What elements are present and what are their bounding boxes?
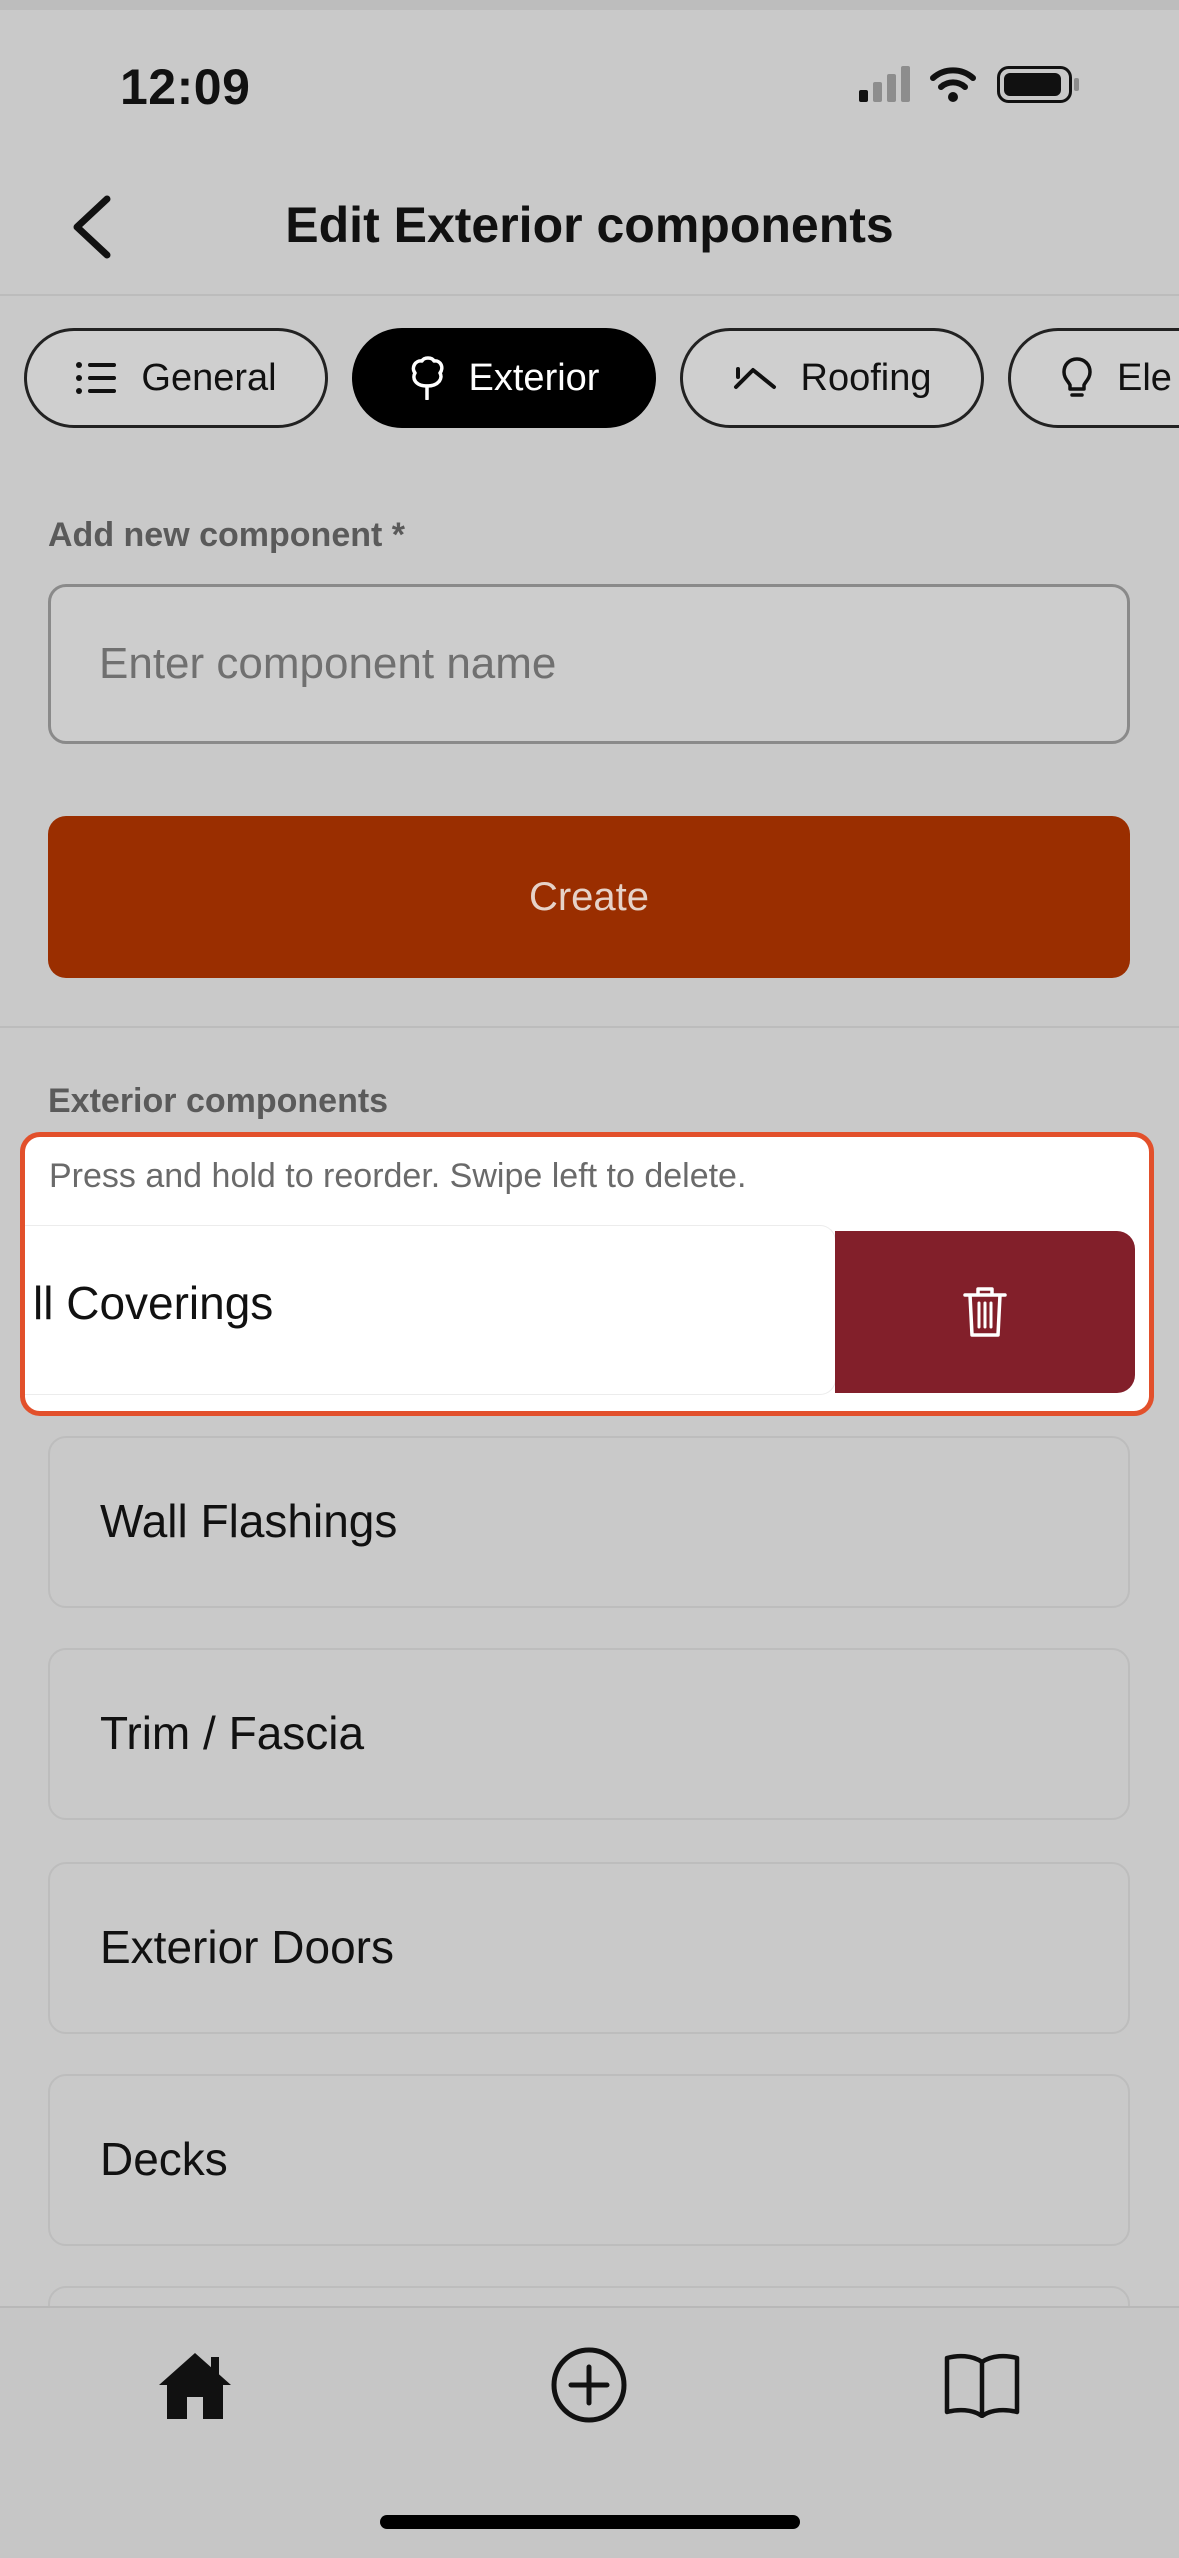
roof-icon <box>733 367 776 389</box>
create-button[interactable]: Create <box>48 816 1130 978</box>
list-item-label: Decks <box>100 2133 228 2185</box>
lightbulb-icon <box>1062 357 1092 397</box>
highlighted-swipe-card: Press and hold to reorder. Swipe left to… <box>20 1132 1154 1416</box>
book-icon <box>944 2353 1020 2418</box>
swiped-item-label: ll Coverings <box>33 1277 274 1329</box>
trash-icon <box>963 1287 1007 1337</box>
page-title: Edit Exterior components <box>285 197 894 253</box>
nav-library[interactable] <box>937 2340 1027 2430</box>
list-item[interactable]: Trim / Fascia <box>48 1648 1130 1820</box>
cellular-signal-icon <box>859 66 910 102</box>
delete-button[interactable] <box>835 1231 1135 1393</box>
status-indicators <box>859 66 1079 103</box>
reorder-hint: Press and hold to reorder. Swipe left to… <box>49 1157 747 1195</box>
swiped-list-item[interactable]: ll Coverings <box>25 1225 836 1395</box>
list-item[interactable]: Exterior Doors <box>48 1862 1130 2034</box>
tab-electrical-label: Ele <box>1117 356 1172 399</box>
section-divider <box>0 1026 1179 1028</box>
list-item-label: Wall Flashings <box>100 1495 398 1547</box>
wifi-icon <box>930 67 976 102</box>
plus-circle-icon <box>551 2347 627 2423</box>
component-name-input[interactable] <box>48 584 1130 744</box>
list-item-label: Exterior Doors <box>100 1921 394 1973</box>
status-time: 12:09 <box>120 59 251 115</box>
components-section-label: Exterior components <box>48 1082 389 1120</box>
tab-exterior[interactable]: Exterior <box>352 328 656 428</box>
add-component-label: Add new component * <box>48 516 405 554</box>
category-tabs: General Exterior Roofing Ele <box>24 328 1179 432</box>
tab-exterior-label: Exterior <box>468 356 600 399</box>
home-indicator <box>380 2515 800 2529</box>
header-divider <box>0 294 1179 296</box>
tab-general-label: General <box>141 356 277 399</box>
list-item-label: Trim / Fascia <box>100 1707 365 1759</box>
list-icon <box>76 362 117 394</box>
home-icon <box>159 2353 231 2419</box>
nav-add[interactable] <box>544 2340 634 2430</box>
tree-icon <box>411 356 444 400</box>
list-item[interactable]: Decks <box>48 2074 1130 2246</box>
tab-general[interactable]: General <box>24 328 328 428</box>
nav-home[interactable] <box>150 2340 240 2430</box>
battery-icon <box>997 66 1079 103</box>
tab-roofing[interactable]: Roofing <box>680 328 984 428</box>
tab-roofing-label: Roofing <box>800 356 932 399</box>
list-item[interactable]: Wall Flashings <box>48 1436 1130 1608</box>
status-icons <box>859 62 1089 112</box>
tab-electrical[interactable]: Ele <box>1008 328 1179 428</box>
top-strip <box>0 0 1179 10</box>
